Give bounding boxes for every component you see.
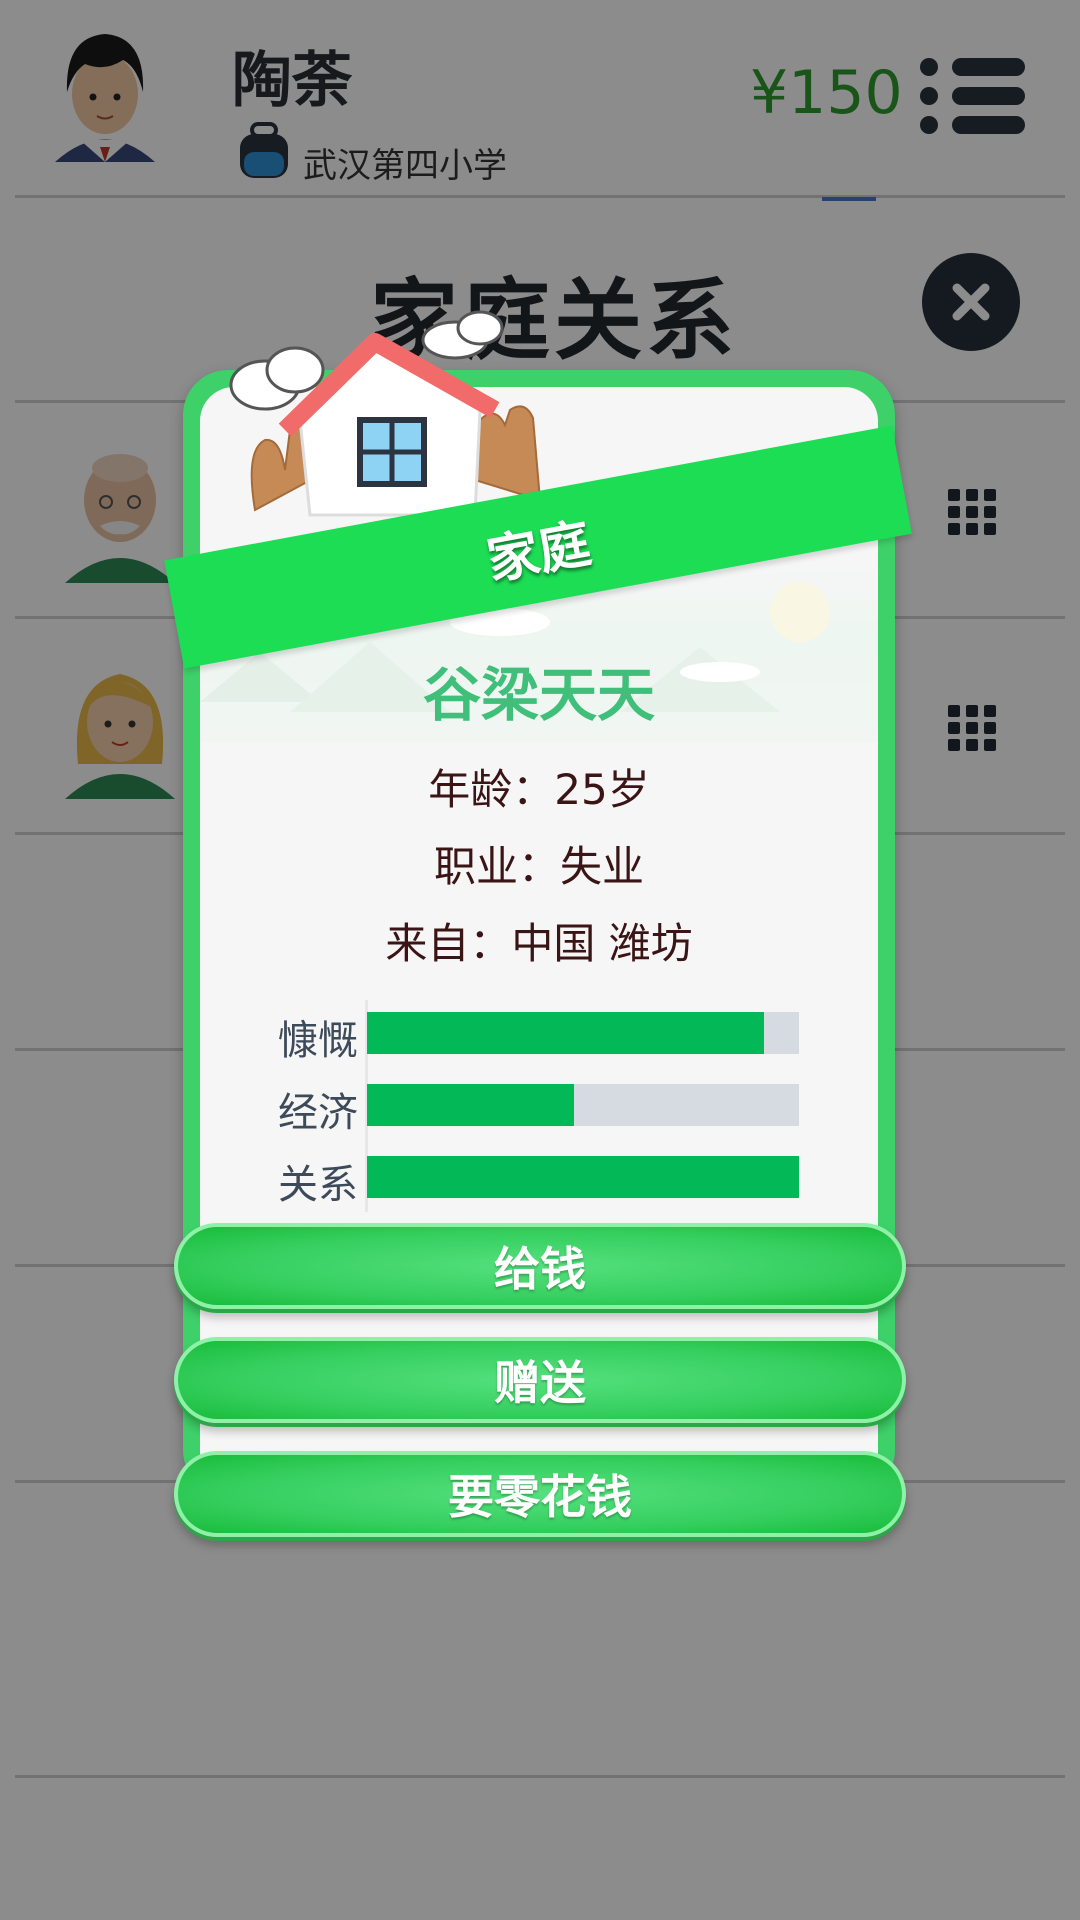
stat-bar-economy	[367, 1084, 799, 1126]
age-value: 25岁	[554, 765, 650, 814]
age-label: 年龄：	[428, 765, 555, 814]
origin-label: 来自：	[385, 919, 512, 968]
give-money-button[interactable]: 给钱	[174, 1223, 906, 1309]
stat-fill	[367, 1156, 799, 1198]
occupation-line: 职业：失业	[183, 833, 895, 894]
origin-line: 来自：中国 潍坊	[183, 910, 895, 971]
stat-fill	[367, 1084, 575, 1126]
occupation-value: 失业	[560, 842, 645, 891]
ask-pocket-money-button[interactable]: 要零花钱	[174, 1451, 906, 1537]
stat-label-generosity: 慷慨	[278, 1018, 358, 1064]
stat-fill	[367, 1012, 765, 1054]
stat-bar-generosity	[367, 1012, 799, 1054]
gift-button[interactable]: 赠送	[174, 1337, 906, 1423]
origin-value: 中国 潍坊	[511, 919, 693, 968]
age-line: 年龄：25岁	[183, 756, 895, 817]
stat-label-relationship: 关系	[278, 1162, 358, 1208]
person-name: 谷梁天天	[422, 661, 655, 729]
stat-label-economy: 经济	[278, 1090, 358, 1136]
occupation-label: 职业：	[433, 842, 560, 891]
stat-bar-relationship	[367, 1156, 799, 1198]
